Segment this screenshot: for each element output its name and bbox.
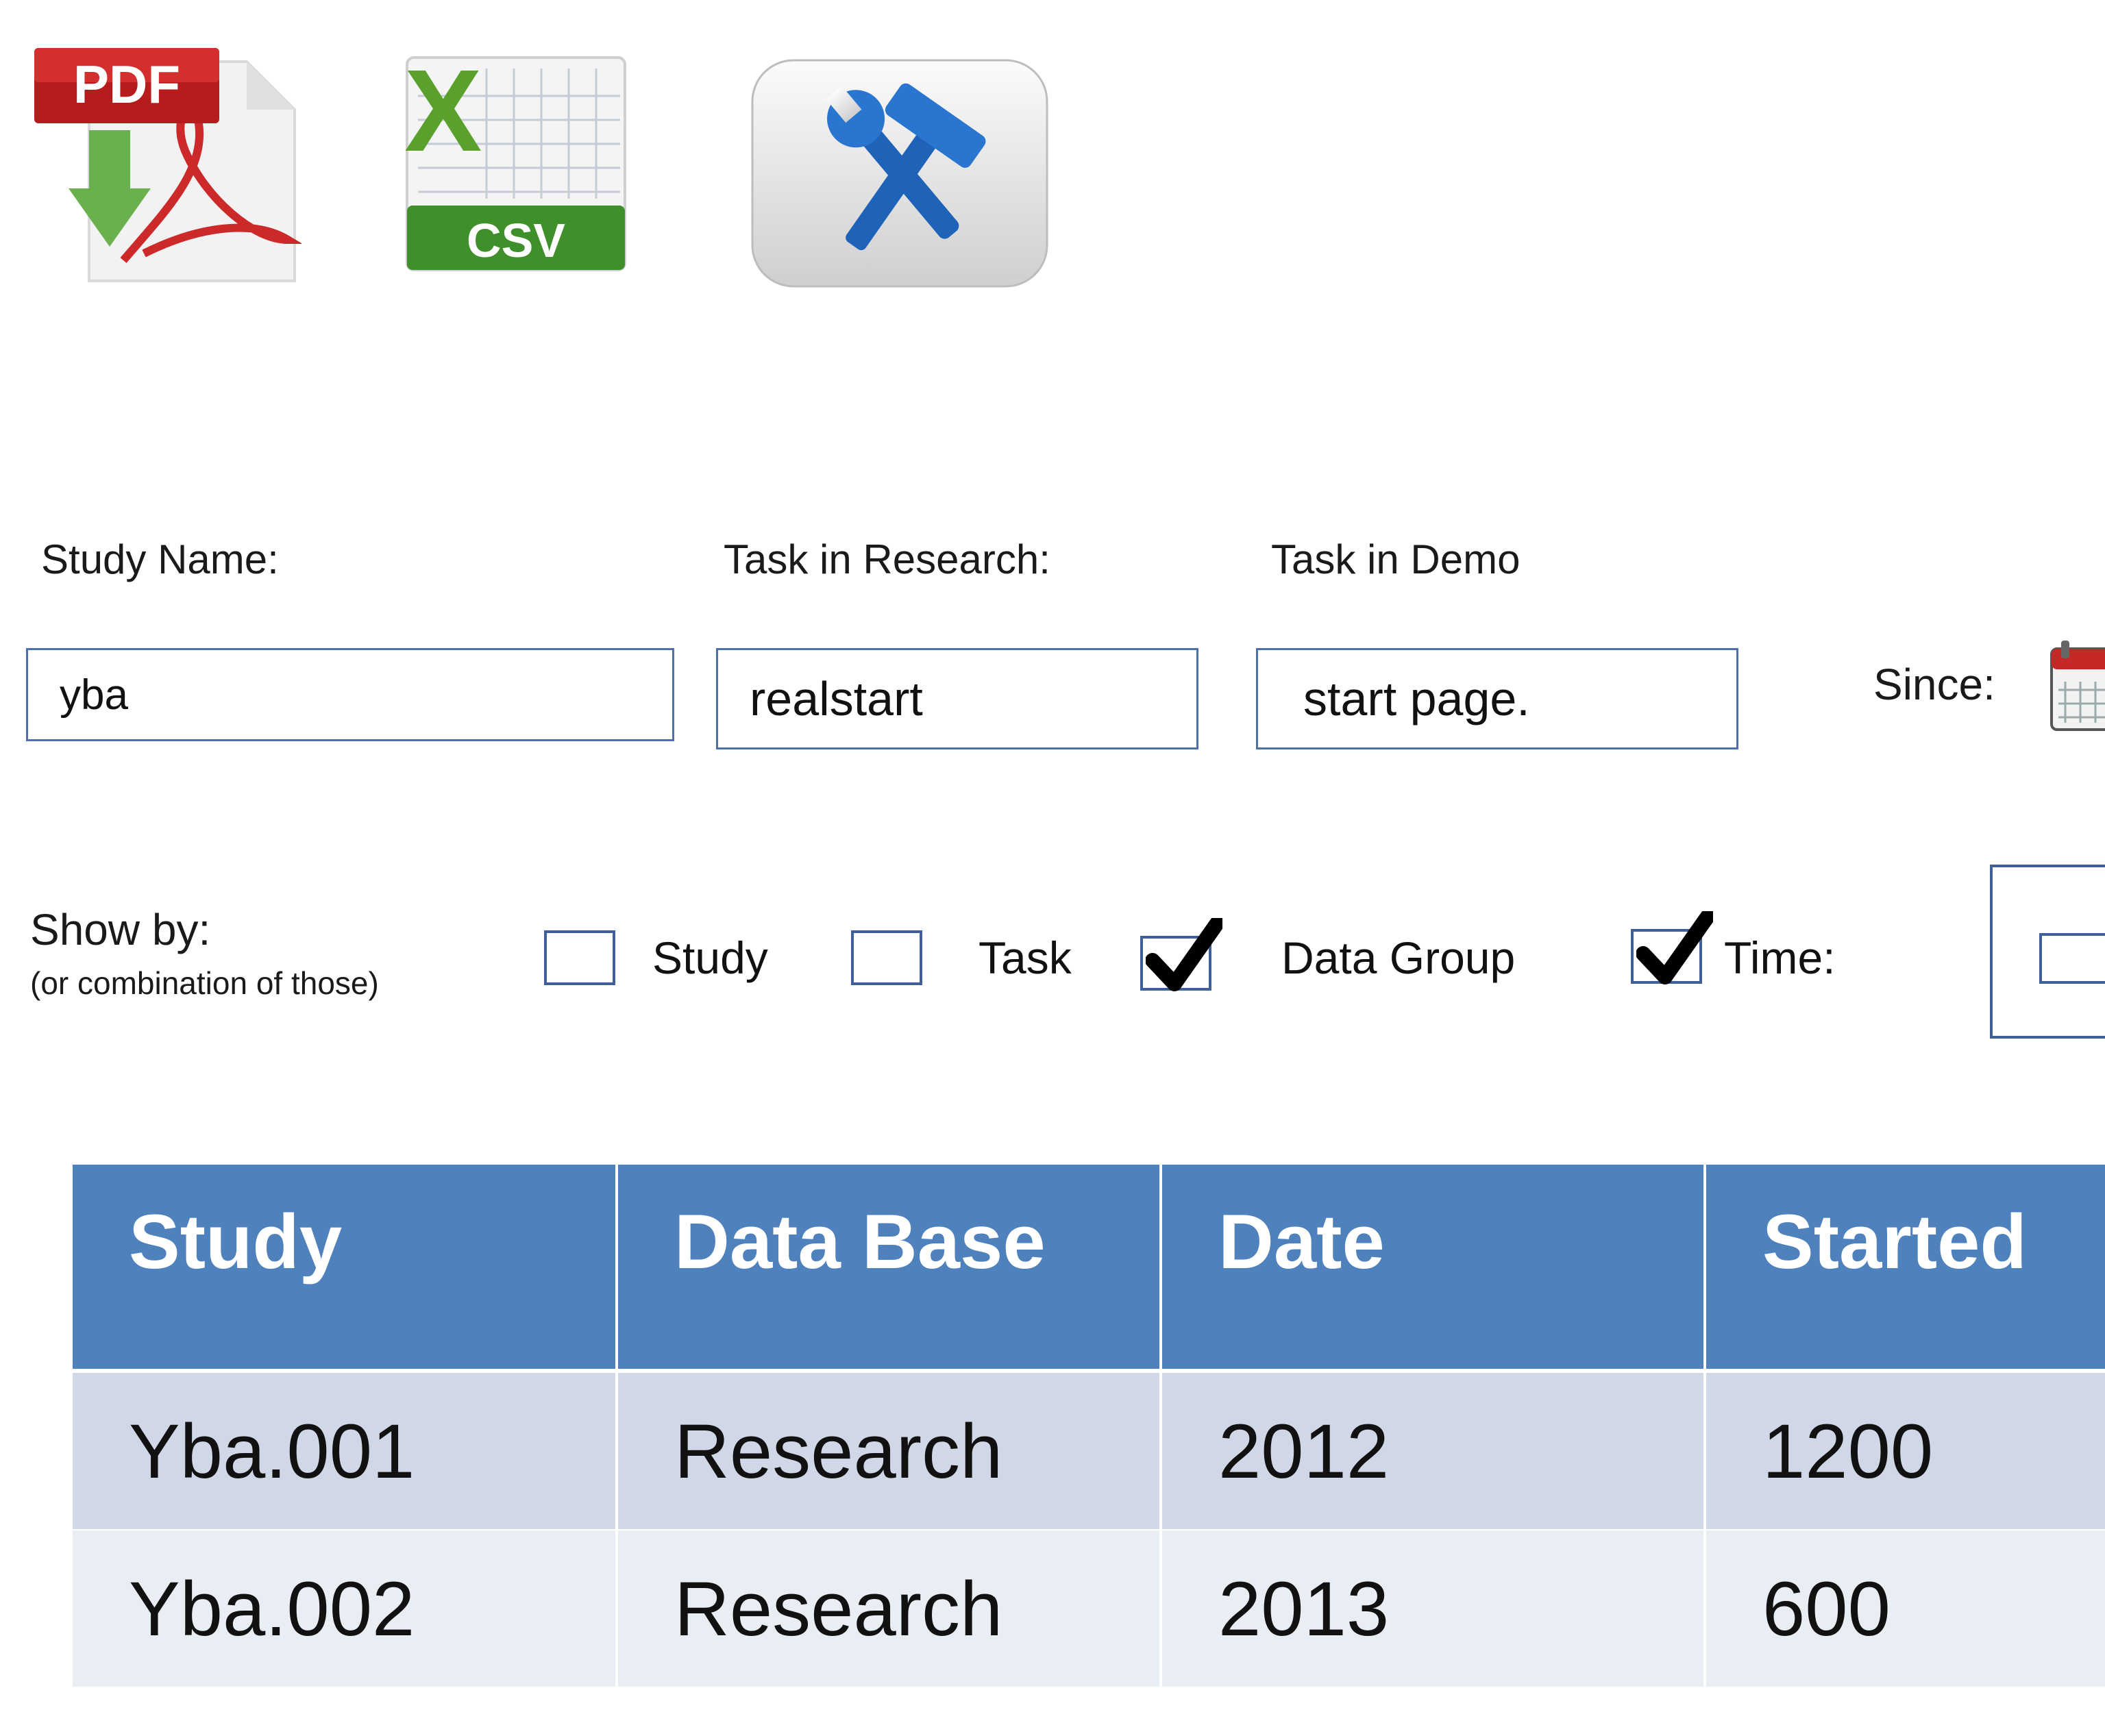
time-options-panel [1990,865,2105,1039]
show-by-task-checkbox[interactable] [851,930,922,985]
table-cell: 1200 [1706,1373,2105,1529]
checkmark-icon [1636,911,1713,984]
show-by-data-group-label: Data Group [1281,932,1516,983]
pdf-download-icon: PDF [34,48,303,282]
tools-icon [751,59,1048,288]
pdf-banner-text: PDF [73,54,180,114]
excel-csv-icon: X CSV [404,46,626,271]
show-by-data-group-checkbox[interactable] [1140,918,1222,991]
settings-tools-button[interactable] [747,55,1055,295]
since-label: Since: [1873,660,1995,709]
show-by-sublabel: (or combination of those) [30,965,379,1001]
time-option-checkbox[interactable] [2039,933,2105,984]
header-date[interactable]: Date [1162,1165,1703,1369]
show-by-label: Show by: [30,905,211,954]
task-in-research-input[interactable] [748,671,1196,727]
task-in-demo-field[interactable] [1256,648,1738,749]
header-started[interactable]: Started [1706,1165,2105,1369]
study-name-field[interactable] [26,648,674,741]
task-in-research-label: Task in Research: [724,536,1050,582]
header-study[interactable]: Study [73,1165,615,1369]
study-name-label: Study Name: [41,536,279,582]
task-in-research-field[interactable] [716,648,1198,749]
table-cell: Research [618,1530,1159,1687]
show-by-time-checkbox[interactable] [1631,911,1713,984]
show-by-time-label: Time: [1724,932,1836,983]
table-cell: 600 [1706,1530,2105,1687]
study-name-input[interactable] [58,669,672,720]
header-data-base[interactable]: Data Base [618,1165,1159,1369]
csv-export-button[interactable]: X CSV [404,46,630,274]
svg-text:X: X [404,55,482,176]
table-cell: Yba.001 [73,1373,615,1529]
show-by-task-label: Task [978,932,1072,983]
show-by-study-checkbox[interactable] [544,930,615,985]
task-in-demo-label: Task in Demo [1271,536,1521,582]
table-cell: Yba.002 [73,1530,615,1687]
pdf-download-button[interactable]: PDF [27,34,303,295]
table-cell: Research [618,1373,1159,1529]
csv-band-text: CSV [467,214,565,267]
show-by-study-label: Study [652,932,768,983]
table-cell: 2012 [1162,1373,1703,1529]
checkmark-icon [1146,918,1222,991]
table-cell: 2013 [1162,1530,1703,1687]
calendar-icon[interactable] [2049,641,2105,733]
task-in-demo-input[interactable] [1302,671,1736,727]
